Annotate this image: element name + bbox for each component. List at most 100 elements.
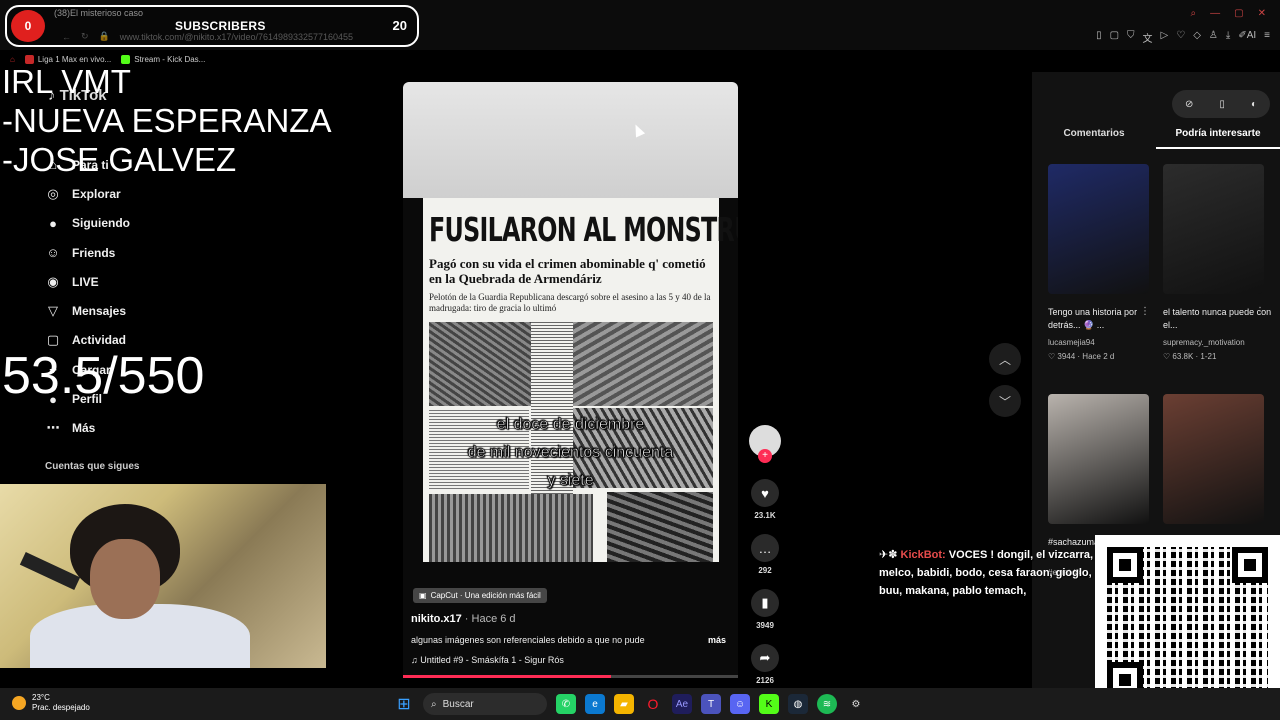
following-icon: ●	[49, 215, 57, 231]
sidebar-item-label: Más	[72, 421, 96, 436]
video-music[interactable]: ♫ Untitled #9 - Smáskífa 1 - Sigur Rós	[411, 655, 564, 665]
previous-video-button[interactable]: ︿	[989, 343, 1021, 375]
like-icon[interactable]: ♥	[751, 479, 779, 507]
newspaper-headline: FUSILARON AL MONSTRUO	[429, 210, 738, 249]
video-caption-line: de mil novecientos cincuenta	[467, 444, 674, 462]
sidebar-item-m-s[interactable]: ⋯ Más	[44, 414, 344, 443]
follow-plus-icon[interactable]: +	[758, 449, 772, 463]
extensions-icon[interactable]: ◇	[1193, 30, 1201, 45]
chat-badge-icon: ✈✽	[879, 549, 901, 561]
music-icon: ♫	[411, 655, 421, 665]
newspaper-photo	[607, 492, 713, 562]
search-label: Buscar	[442, 698, 474, 710]
video-author[interactable]: nikito.x17 · Hace 6 d	[411, 613, 516, 625]
weather-widget[interactable]: 23°C Prac. despejado	[12, 693, 90, 713]
share-icon[interactable]: ➦	[751, 644, 779, 672]
heart-icon[interactable]: ♡	[1176, 30, 1185, 45]
ai-icon[interactable]: ✐AI	[1238, 30, 1256, 45]
newspaper-photo	[429, 494, 593, 562]
extension-icons: ▯ ▢ ⛉ 文 ▷ ♡ ◇ ♙ ⤓ ✐AI ≡	[1096, 30, 1270, 45]
goal-counter: 53.5/550	[2, 347, 205, 405]
sidebar-item-label: Friends	[72, 245, 116, 260]
search-icon[interactable]: ⌕	[1191, 8, 1197, 19]
qr-code	[1095, 535, 1280, 710]
after-effects-icon[interactable]: Ae	[672, 694, 692, 714]
maximize-icon[interactable]: ▢	[1234, 8, 1243, 19]
tab-recommended[interactable]: Podría interesarte	[1156, 128, 1280, 149]
more-button[interactable]: más	[708, 635, 726, 645]
author-avatar[interactable]: +	[749, 425, 781, 463]
sidebar-item-live[interactable]: ◉ LIVE	[44, 267, 344, 296]
phone-icon[interactable]: ▯	[1219, 99, 1225, 110]
music-label: Untitled #9 - Smáskífa 1 - Sigur Rós	[420, 655, 564, 665]
subscribers-count-left: 0	[11, 10, 45, 42]
save-icon[interactable]: ▮	[751, 589, 779, 617]
live-icon: ◉	[47, 273, 59, 289]
tab-comments[interactable]: Comentarios	[1032, 128, 1156, 149]
comment-icon[interactable]: …	[751, 534, 779, 562]
teams-icon[interactable]: T	[701, 694, 721, 714]
chevron-up-icon: ︿	[998, 352, 1011, 367]
thumbnail-author[interactable]: supremacy._motivation	[1163, 336, 1278, 349]
spotify-icon[interactable]: ≋	[817, 694, 837, 714]
chat-bot-name: KickBot:	[900, 549, 946, 561]
profile-avatar-icon[interactable]: ◐	[1251, 99, 1257, 110]
comment-count: 292	[758, 566, 772, 575]
edge-icon[interactable]: e	[585, 694, 605, 714]
opera-icon[interactable]: O	[643, 694, 663, 714]
bookmark-icon[interactable]: ▯	[1096, 30, 1102, 45]
friends-icon: ☺	[46, 245, 60, 261]
screenshot-icon[interactable]: ▢	[1110, 30, 1119, 45]
taskbar-apps: ⊞ ⌕ Buscar ✆ e ▰ O Ae T ☺ K ◍ ≋ ⚙	[394, 693, 866, 715]
chevron-down-icon: ﹀	[998, 394, 1011, 409]
menu-icon[interactable]: ≡	[1264, 30, 1270, 45]
video-thumbnail[interactable]	[1163, 164, 1264, 294]
whatsapp-icon[interactable]: ✆	[556, 694, 576, 714]
newspaper-deck: Pelotón de la Guardia Republicana descar…	[429, 292, 711, 313]
sidebar-item-label: Explorar	[72, 186, 121, 201]
subscribers-widget: 0 SUBSCRIBERS 20	[5, 5, 419, 47]
more-icon: ⋯	[46, 420, 60, 436]
qr-finder	[1232, 547, 1268, 583]
download-icon[interactable]: ⤓	[1226, 30, 1230, 45]
windows-start-icon[interactable]: ⊞	[394, 694, 414, 714]
minimize-icon[interactable]: —	[1210, 8, 1220, 19]
newspaper-image: FUSILARON AL MONSTRUO Pagó con su vida e…	[423, 198, 738, 562]
capcut-icon: ▣	[419, 591, 427, 600]
translate-icon[interactable]: 文	[1143, 30, 1153, 45]
sidebar-item-friends[interactable]: ☺ Friends	[44, 238, 344, 267]
video-caption-line: el doce de diciembre	[496, 416, 645, 434]
more-options-icon[interactable]: ⋮	[1140, 306, 1150, 317]
author-name[interactable]: nikito.x17	[411, 613, 462, 625]
video-thumbnail[interactable]	[1048, 164, 1149, 294]
shield-icon[interactable]: ⛉	[1127, 30, 1135, 45]
video-thumbnail[interactable]	[1163, 394, 1264, 524]
taskbar: 23°C Prac. despejado ⊞ ⌕ Buscar ✆ e ▰ O Ae…	[0, 688, 1280, 720]
stream-title-overlay: IRL VMT -NUEVA ESPERANZA -JOSE GALVEZ	[2, 63, 332, 178]
folder-icon[interactable]: ▰	[614, 694, 634, 714]
compass-icon[interactable]: ⊘	[1185, 99, 1193, 110]
capcut-badge[interactable]: ▣ CapCut · Una edición más fácil	[413, 588, 547, 603]
sidebar-item-mensajes[interactable]: ▽ Mensajes	[44, 296, 344, 325]
taskbar-search[interactable]: ⌕ Buscar	[423, 693, 547, 715]
play-icon[interactable]: ▷	[1161, 30, 1169, 45]
thumbnail-author[interactable]: lucasmejia94	[1048, 336, 1163, 349]
close-icon[interactable]: ✕	[1258, 8, 1266, 19]
video-player[interactable]: FUSILARON AL MONSTRUO Pagó con su vida e…	[403, 82, 738, 678]
video-thumbnail[interactable]	[1048, 394, 1149, 524]
sun-icon	[12, 696, 26, 710]
sidebar-item-label: Mensajes	[72, 304, 127, 319]
more-options-icon[interactable]: ⋮	[1255, 306, 1265, 317]
video-blurred-top	[403, 82, 738, 198]
sidebar-item-siguiendo[interactable]: ● Siguiendo	[44, 209, 344, 238]
discord-icon[interactable]: ☺	[730, 694, 750, 714]
progress-fill	[403, 675, 611, 678]
video-progress-bar[interactable]	[403, 675, 738, 678]
steam-icon[interactable]: ◍	[788, 694, 808, 714]
sidebar-item-explorar[interactable]: ◎ Explorar	[44, 179, 344, 208]
account-icon[interactable]: ♙	[1209, 30, 1218, 45]
settings-icon[interactable]: ⚙	[846, 694, 866, 714]
next-video-button[interactable]: ﹀	[989, 385, 1021, 417]
video-description: algunas imágenes son referenciales debid…	[411, 635, 645, 645]
kick-app-icon[interactable]: K	[759, 694, 779, 714]
